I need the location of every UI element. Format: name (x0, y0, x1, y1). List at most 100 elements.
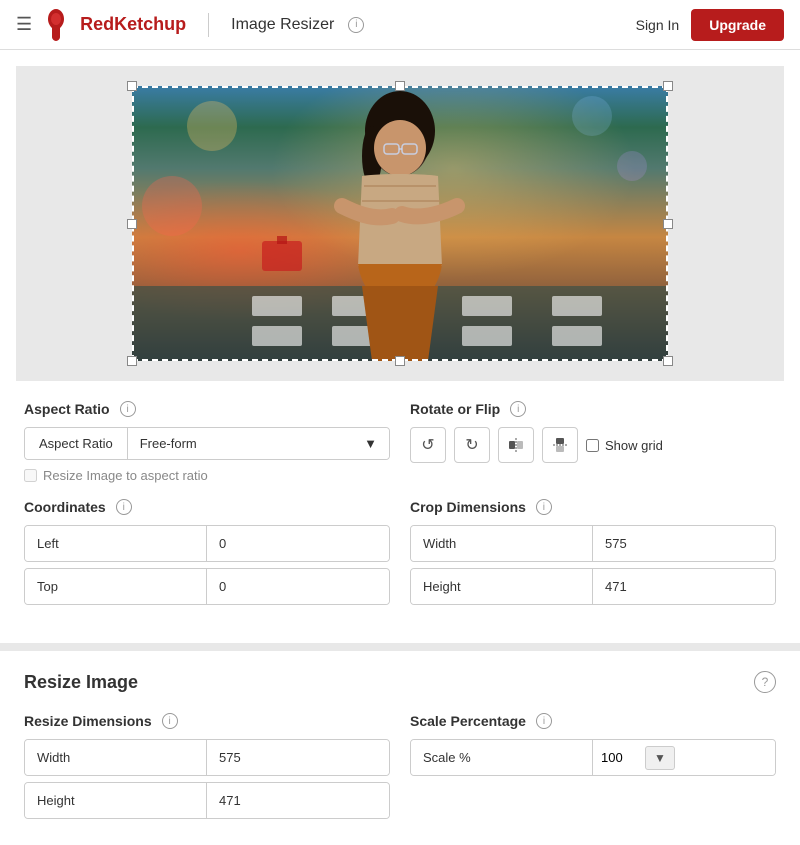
crop-width-input[interactable] (605, 536, 763, 551)
coordinates-group: Coordinates i Left Top (24, 499, 390, 611)
header: ☰ RedKetchup Image Resizer i Sign In Upg… (0, 0, 800, 50)
show-grid-checkbox[interactable] (586, 439, 599, 452)
scale-dropdown-button[interactable]: ▼ (645, 746, 675, 770)
scale-dropdown-icon: ▼ (654, 751, 666, 765)
resize-height-field: Height (24, 782, 390, 819)
scale-label-row: Scale Percentage i (410, 713, 776, 729)
resize-dimensions-label-row: Resize Dimensions i (24, 713, 390, 729)
bottom-controls-row: Coordinates i Left Top (24, 499, 776, 611)
app-title: Image Resizer (231, 16, 334, 34)
scale-value-area: ▼ (593, 740, 775, 775)
crop-height-input[interactable] (605, 579, 763, 594)
resize-to-aspect-checkbox[interactable] (24, 469, 37, 482)
resize-to-aspect-row: Resize Image to aspect ratio (24, 468, 390, 483)
top-controls-row: Aspect Ratio i Aspect Ratio Free-form ▼ … (24, 401, 776, 483)
crop-dimensions-label-row: Crop Dimensions i (410, 499, 776, 515)
resize-dimensions-group: Resize Dimensions i Width Height (24, 713, 390, 825)
rotate-info-icon[interactable]: i (510, 401, 526, 417)
handle-bottom-left[interactable] (127, 356, 137, 366)
crop-image[interactable] (132, 86, 668, 361)
resize-header: Resize Image ? (24, 671, 776, 693)
scale-percentage-group: Scale Percentage i Scale % ▼ (410, 713, 776, 825)
show-grid-row: Show grid (586, 438, 663, 453)
resize-width-value[interactable] (207, 740, 389, 775)
coordinates-info-icon[interactable]: i (116, 499, 132, 515)
rotate-right-button[interactable]: ↻ (454, 427, 490, 463)
upgrade-button[interactable]: Upgrade (691, 9, 784, 41)
left-input[interactable] (219, 536, 377, 551)
top-label: Top (25, 569, 207, 604)
aspect-ratio-dropdown[interactable]: Free-form ▼ (128, 428, 389, 459)
handle-bottom-right[interactable] (663, 356, 673, 366)
handle-middle-right[interactable] (663, 219, 673, 229)
flip-v-icon (552, 437, 568, 453)
coordinates-label: Coordinates (24, 499, 106, 515)
handle-top-middle[interactable] (395, 81, 405, 91)
rotate-controls: ↺ ↻ (410, 427, 776, 463)
rotate-label-row: Rotate or Flip i (410, 401, 776, 417)
aspect-ratio-field-label: Aspect Ratio (25, 428, 128, 459)
main-content: Aspect Ratio i Aspect Ratio Free-form ▼ … (0, 50, 800, 643)
top-value[interactable] (207, 569, 389, 604)
resize-width-label: Width (25, 740, 207, 775)
crop-width-field: Width (410, 525, 776, 562)
crop-width-value[interactable] (593, 526, 775, 561)
top-input[interactable] (219, 579, 377, 594)
app-title-info-icon[interactable]: i (348, 17, 364, 33)
handle-bottom-middle[interactable] (395, 356, 405, 366)
show-grid-label: Show grid (605, 438, 663, 453)
scale-info-icon[interactable]: i (536, 713, 552, 729)
handle-middle-left[interactable] (127, 219, 137, 229)
header-left: ☰ RedKetchup Image Resizer i (16, 7, 364, 43)
resize-width-field: Width (24, 739, 390, 776)
rotate-label: Rotate or Flip (410, 401, 500, 417)
section-separator (0, 643, 800, 651)
header-divider (208, 13, 209, 37)
resize-height-label: Height (25, 783, 207, 818)
resize-section: Resize Image ? Resize Dimensions i Width… (0, 651, 800, 845)
flip-vertical-button[interactable] (542, 427, 578, 463)
rotate-left-button[interactable]: ↺ (410, 427, 446, 463)
aspect-ratio-value: Free-form (140, 436, 197, 451)
resize-controls-row: Resize Dimensions i Width Height Scale P… (24, 713, 776, 825)
sign-in-button[interactable]: Sign In (636, 17, 680, 33)
scale-field-label: Scale % (411, 740, 593, 775)
image-wrapper[interactable] (132, 86, 668, 361)
header-right: Sign In Upgrade (636, 9, 784, 41)
left-field: Left (24, 525, 390, 562)
resize-dimensions-info-icon[interactable]: i (162, 713, 178, 729)
rotate-right-icon: ↻ (465, 435, 478, 455)
handle-top-right[interactable] (663, 81, 673, 91)
resize-height-input[interactable] (219, 793, 377, 808)
top-field: Top (24, 568, 390, 605)
crop-dimensions-info-icon[interactable]: i (536, 499, 552, 515)
brand-name: RedKetchup (80, 14, 186, 35)
resize-height-value[interactable] (207, 783, 389, 818)
left-value[interactable] (207, 526, 389, 561)
image-area (16, 66, 784, 381)
crop-height-value[interactable] (593, 569, 775, 604)
hamburger-icon[interactable]: ☰ (16, 14, 32, 35)
flip-h-icon (508, 437, 524, 453)
aspect-ratio-chevron: ▼ (364, 436, 377, 451)
aspect-ratio-info-icon[interactable]: i (120, 401, 136, 417)
rotate-group: Rotate or Flip i ↺ ↻ (410, 401, 776, 483)
crop-dimensions-label: Crop Dimensions (410, 499, 526, 515)
crop-height-field: Height (410, 568, 776, 605)
aspect-ratio-label-row: Aspect Ratio i (24, 401, 390, 417)
resize-help-icon[interactable]: ? (754, 671, 776, 693)
scale-row: Scale % ▼ (410, 739, 776, 776)
resize-width-input[interactable] (219, 750, 377, 765)
scale-label: Scale Percentage (410, 713, 526, 729)
left-label: Left (25, 526, 207, 561)
handle-top-left[interactable] (127, 81, 137, 91)
crop-dimensions-group: Crop Dimensions i Width Height (410, 499, 776, 611)
aspect-ratio-label: Aspect Ratio (24, 401, 110, 417)
crop-height-label: Height (411, 569, 593, 604)
coordinates-label-row: Coordinates i (24, 499, 390, 515)
aspect-ratio-selector: Aspect Ratio Free-form ▼ (24, 427, 390, 460)
crop-width-label: Width (411, 526, 593, 561)
scale-input[interactable] (601, 750, 641, 765)
flip-horizontal-button[interactable] (498, 427, 534, 463)
resize-to-aspect-label: Resize Image to aspect ratio (43, 468, 208, 483)
